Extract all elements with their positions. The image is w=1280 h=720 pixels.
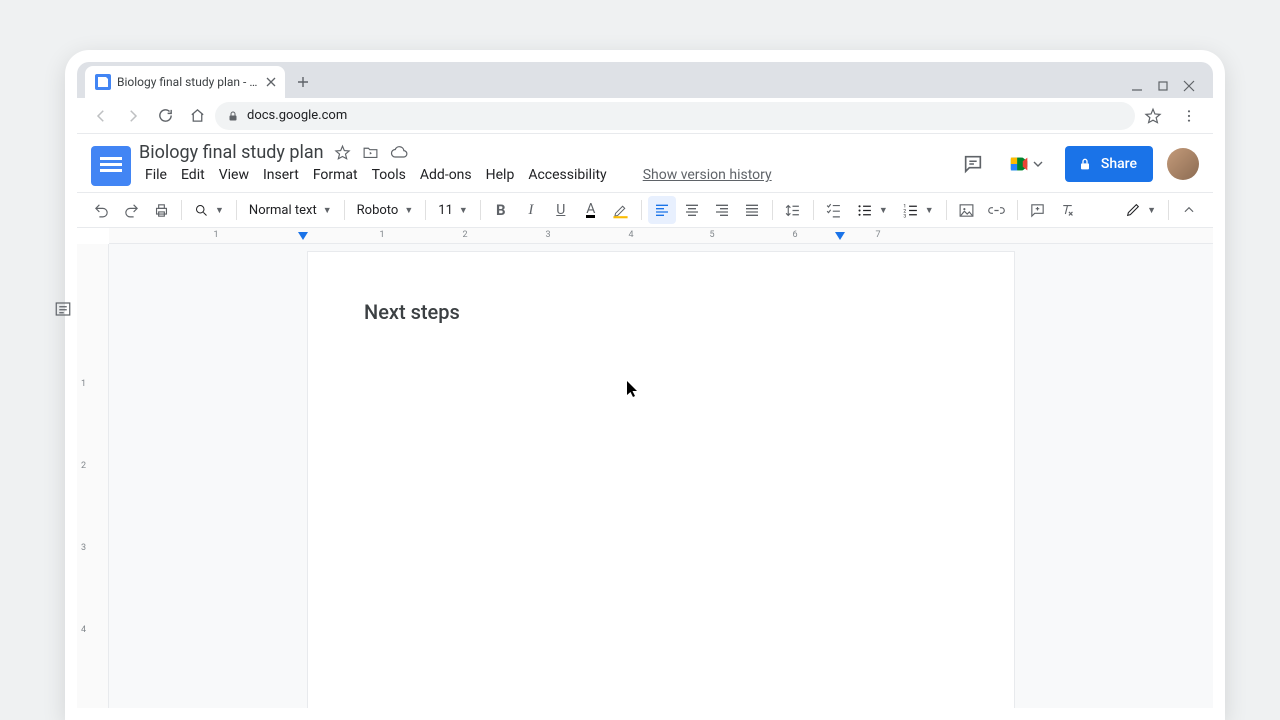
outline-toggle-button[interactable] [50, 296, 76, 322]
bulleted-list-button[interactable]: ▼ [850, 196, 894, 224]
cloud-status-icon[interactable] [390, 144, 408, 162]
menu-file[interactable]: File [139, 165, 173, 185]
menu-format[interactable]: Format [307, 165, 364, 185]
line-spacing-button[interactable] [779, 196, 807, 224]
version-history-link[interactable]: Show version history [637, 165, 778, 185]
add-comment-button[interactable] [1024, 196, 1052, 224]
minimize-button[interactable] [1131, 80, 1145, 92]
docs-header: Biology final study plan File Edit View … [77, 134, 1213, 186]
tab-close-button[interactable] [265, 76, 277, 88]
menu-addons[interactable]: Add-ons [414, 165, 478, 185]
meet-icon [1009, 153, 1031, 175]
menu-help[interactable]: Help [480, 165, 521, 185]
bold-button[interactable]: B [487, 196, 515, 224]
paragraph-style-select[interactable]: Normal text ▼ [243, 196, 338, 224]
document-heading[interactable]: Next steps [364, 300, 958, 324]
document-title[interactable]: Biology final study plan [139, 142, 324, 163]
align-right-button[interactable] [708, 196, 736, 224]
address-bar[interactable]: docs.google.com [215, 102, 1135, 130]
browser-toolbar: docs.google.com [77, 98, 1213, 134]
numbered-list-button[interactable]: 123▼ [896, 196, 940, 224]
size-value: 11 [438, 203, 453, 218]
zoom-icon [194, 203, 209, 218]
menu-insert[interactable]: Insert [257, 165, 305, 185]
share-label: Share [1101, 156, 1137, 172]
undo-button[interactable] [87, 196, 115, 224]
close-window-button[interactable] [1183, 80, 1197, 92]
url-text: docs.google.com [247, 108, 347, 123]
insert-image-button[interactable] [953, 196, 981, 224]
checklist-button[interactable] [820, 196, 848, 224]
browser-menu-button[interactable] [1175, 102, 1203, 130]
align-justify-button[interactable] [738, 196, 766, 224]
indent-marker-left[interactable] [298, 232, 308, 240]
tab-strip: Biology final study plan - Google D [77, 62, 1213, 98]
lock-icon [1077, 156, 1093, 172]
document-canvas: 1 2 3 4 Next steps [77, 244, 1213, 708]
back-button[interactable] [87, 102, 115, 130]
font-value: Roboto [357, 203, 399, 218]
insert-link-button[interactable] [983, 196, 1011, 224]
reload-button[interactable] [151, 102, 179, 130]
docs-favicon-icon [95, 74, 111, 90]
underline-button[interactable]: U [547, 196, 575, 224]
window-controls [1131, 80, 1205, 98]
menu-tools[interactable]: Tools [366, 165, 412, 185]
menu-view[interactable]: View [213, 165, 255, 185]
caret-down-icon [1033, 159, 1043, 169]
font-select[interactable]: Roboto ▼ [351, 196, 420, 224]
clear-formatting-button[interactable] [1054, 196, 1082, 224]
lock-icon [227, 110, 239, 122]
maximize-button[interactable] [1157, 80, 1171, 92]
new-tab-button[interactable] [291, 70, 315, 94]
indent-marker-right[interactable] [835, 232, 845, 240]
menu-bar: File Edit View Insert Format Tools Add-o… [139, 165, 959, 185]
move-button[interactable] [362, 144, 380, 162]
redo-button[interactable] [117, 196, 145, 224]
docs-logo-icon[interactable] [91, 146, 131, 186]
forward-button[interactable] [119, 102, 147, 130]
account-avatar[interactable] [1167, 148, 1199, 180]
align-left-button[interactable] [648, 196, 676, 224]
collapse-toolbar-button[interactable] [1175, 196, 1203, 224]
star-button[interactable] [334, 144, 352, 162]
print-button[interactable] [147, 196, 175, 224]
text-color-button[interactable]: A [577, 196, 605, 224]
menu-accessibility[interactable]: Accessibility [522, 165, 612, 185]
browser-tab[interactable]: Biology final study plan - Google D [85, 66, 285, 98]
style-value: Normal text [249, 203, 317, 218]
bookmark-button[interactable] [1139, 102, 1167, 130]
horizontal-ruler[interactable]: 1 1 2 3 4 5 6 7 [109, 228, 1213, 244]
editing-mode-button[interactable]: ▼ [1119, 196, 1162, 224]
tab-title: Biology final study plan - Google D [117, 75, 259, 89]
vertical-ruler[interactable]: 1 2 3 4 [77, 244, 109, 708]
device-frame: Biology final study plan - Google D [65, 50, 1225, 720]
font-size-select[interactable]: 11 ▼ [432, 196, 474, 224]
document-page[interactable]: Next steps [308, 252, 1014, 708]
align-center-button[interactable] [678, 196, 706, 224]
svg-text:3: 3 [903, 213, 906, 218]
share-button[interactable]: Share [1065, 146, 1153, 182]
formatting-toolbar: ▼ Normal text ▼ Roboto ▼ 11 ▼ B I U A ▼ [77, 192, 1213, 228]
comments-button[interactable] [959, 150, 987, 178]
home-button[interactable] [183, 102, 211, 130]
menu-edit[interactable]: Edit [175, 165, 211, 185]
italic-button[interactable]: I [517, 196, 545, 224]
highlight-button[interactable] [607, 196, 635, 224]
zoom-select[interactable]: ▼ [188, 196, 230, 224]
browser-window: Biology final study plan - Google D [77, 62, 1213, 708]
meet-button[interactable] [1001, 147, 1051, 181]
